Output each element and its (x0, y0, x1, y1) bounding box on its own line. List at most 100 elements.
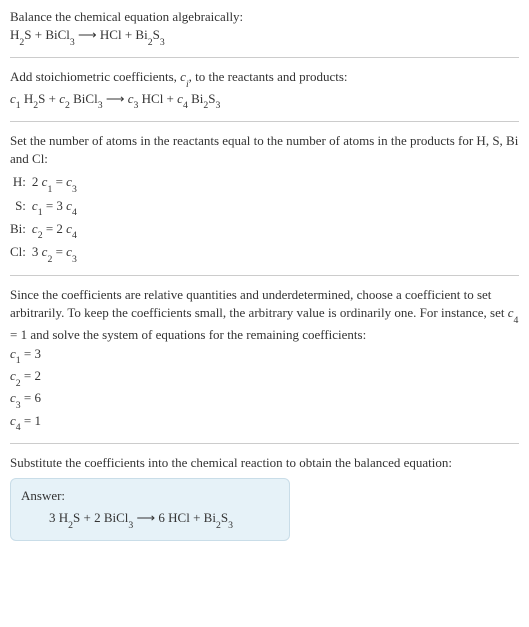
sp2: BiCl (70, 91, 98, 106)
var: c (32, 221, 38, 236)
product-s3-sub: 3 (160, 37, 165, 48)
table-row: Bi: c2 = 2 c4 (10, 219, 83, 242)
sp4-sub: 2 (203, 100, 208, 111)
var: c (10, 368, 16, 383)
coef: 2 (32, 174, 39, 189)
sp1b: S + (38, 91, 59, 106)
val: = 3 (21, 346, 41, 361)
answer-label: Answer: (21, 487, 279, 505)
ans-part: 3 H (49, 510, 68, 525)
reactant-h2s-sub: 2 (19, 37, 24, 48)
table-row: S: c1 = 3 c4 (10, 196, 83, 219)
val: = 1 (21, 413, 41, 428)
var-sub: 4 (16, 422, 21, 433)
section-atom-balance: Set the number of atoms in the reactants… (10, 132, 519, 265)
generic-equation: c1 H2S + c2 BiCl3 ⟶ c3 HCl + c4 Bi2S3 (10, 90, 519, 111)
table-row: Cl: 3 c2 = c3 (10, 242, 83, 265)
coef: 3 (32, 244, 39, 259)
solve-intro: Since the coefficients are relative quan… (10, 286, 519, 344)
var: c (10, 413, 16, 428)
coeff-intro-a: Add stoichiometric coefficients, (10, 69, 180, 84)
sp1-sub: 2 (33, 100, 38, 111)
c4-sub: 4 (183, 100, 188, 111)
reactant-bicl3-sub: 3 (70, 37, 75, 48)
val: = 2 (21, 368, 41, 383)
sp4: Bi (188, 91, 204, 106)
var-sub: 2 (38, 230, 43, 241)
reactant-h2s-h: H (10, 27, 19, 42)
element-equation: 2 c1 = c3 (32, 172, 83, 195)
reactant-rest: S + BiCl (24, 27, 70, 42)
answer-intro: Substitute the coefficients into the che… (10, 454, 519, 472)
solve-intro-b: and solve the system of equations for th… (27, 327, 366, 342)
section-problem: Balance the chemical equation algebraica… (10, 8, 519, 47)
var2-sub: 3 (72, 184, 77, 195)
var: c (32, 198, 38, 213)
eq: = 3 (43, 198, 67, 213)
val: = 6 (21, 390, 41, 405)
solution-line: c4 = 1 (10, 412, 519, 433)
var2-sub: 3 (72, 254, 77, 265)
c2-sub: 2 (65, 100, 70, 111)
var2-sub: 4 (72, 207, 77, 218)
solution-line: c2 = 2 (10, 367, 519, 388)
ans-part: S + 2 BiCl (73, 510, 128, 525)
sp2-sub: 3 (98, 100, 103, 111)
eq: = 2 (43, 221, 67, 236)
ans-sub: 2 (216, 520, 221, 531)
product-bi2-sub: 2 (148, 37, 153, 48)
element-equation: c1 = 3 c4 (32, 196, 83, 219)
c1: c (10, 91, 16, 106)
var-sub: 3 (16, 400, 21, 411)
var: c (10, 346, 16, 361)
c3-sub: 3 (134, 100, 139, 111)
coeff-intro: Add stoichiometric coefficients, ci, to … (10, 68, 519, 89)
ans-arrow: ⟶ (133, 510, 158, 525)
var: c (10, 390, 16, 405)
unbalanced-equation: H2S + BiCl3 ⟶ HCl + Bi2S3 (10, 26, 519, 47)
section-solve: Since the coefficients are relative quan… (10, 286, 519, 433)
eq: = (52, 174, 66, 189)
arrow2: ⟶ (103, 91, 128, 106)
answer-box: Answer: 3 H2S + 2 BiCl3 ⟶ 6 HCl + Bi2S3 (10, 478, 290, 541)
element-equation: c2 = 2 c4 (32, 219, 83, 242)
section-answer: Substitute the coefficients into the che… (10, 454, 519, 542)
solution-line: c1 = 3 (10, 345, 519, 366)
ans-part: S (221, 510, 228, 525)
ans-part: 6 HCl + Bi (158, 510, 216, 525)
eq: = (52, 244, 66, 259)
divider (10, 275, 519, 276)
c3: c (128, 91, 134, 106)
problem-statement: Balance the chemical equation algebraica… (10, 8, 519, 26)
var2-sub: 4 (72, 230, 77, 241)
ans-sub: 3 (128, 520, 133, 531)
var-sub: 2 (47, 254, 52, 265)
product-s: S (153, 27, 160, 42)
divider (10, 57, 519, 58)
set-var: c (508, 305, 514, 320)
var-sub: 1 (16, 355, 21, 366)
reaction-arrow: ⟶ (75, 27, 100, 42)
product-part1: HCl + Bi (100, 27, 148, 42)
solution-line: c3 = 6 (10, 389, 519, 410)
element-equation: 3 c2 = c3 (32, 242, 83, 265)
table-row: H: 2 c1 = c3 (10, 172, 83, 195)
divider (10, 443, 519, 444)
atom-equations-table: H: 2 c1 = c3 S: c1 = 3 c4 Bi: c2 = 2 c4 … (10, 172, 83, 265)
var-sub: 1 (38, 207, 43, 218)
c1-sub: 1 (16, 100, 21, 111)
balanced-equation: 3 H2S + 2 BiCl3 ⟶ 6 HCl + Bi2S3 (21, 509, 279, 530)
element-label: Bi: (10, 219, 32, 242)
var-sub: 2 (16, 378, 21, 389)
sp3: HCl + (138, 91, 177, 106)
sp4b-sub: 3 (215, 100, 220, 111)
section-coefficients: Add stoichiometric coefficients, c i, to … (10, 68, 519, 110)
element-label: H: (10, 172, 32, 195)
ans-sub: 2 (68, 520, 73, 531)
coeff-intro-b: , to the reactants and products: (189, 69, 348, 84)
ans-sub: 3 (228, 520, 233, 531)
ci-sub: i (186, 79, 189, 90)
set-val: = 1 (10, 327, 27, 342)
sp1: H (21, 91, 34, 106)
element-label: Cl: (10, 242, 32, 265)
